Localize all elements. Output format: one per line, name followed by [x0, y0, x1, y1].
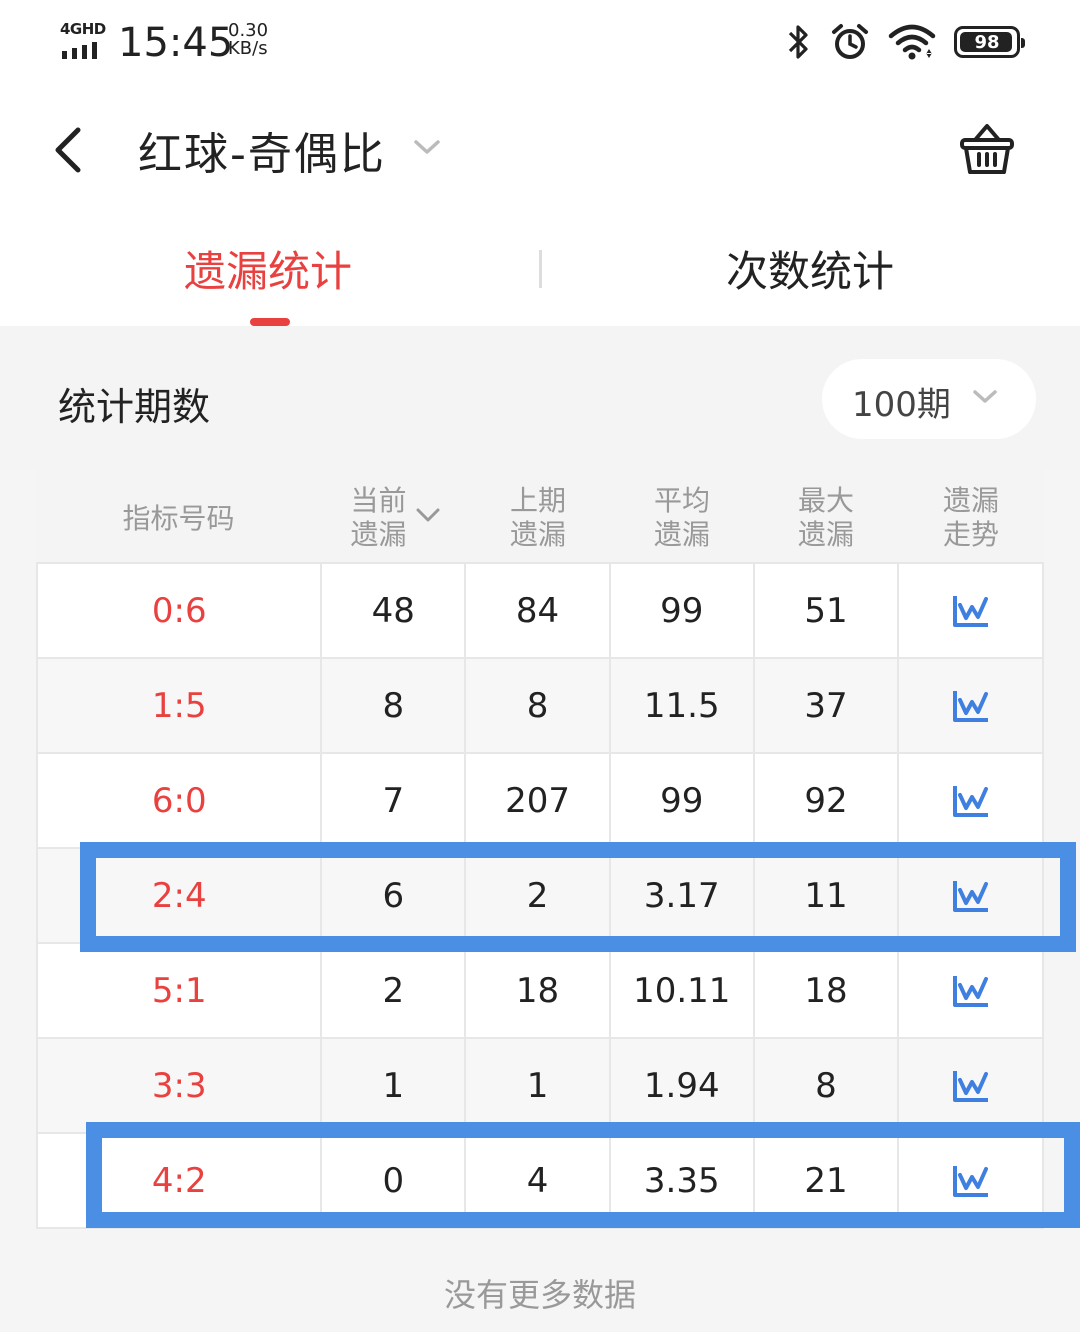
current-omission: 7 [322, 754, 467, 847]
max-omission: 92 [755, 754, 900, 847]
row-index: 1:5 [38, 659, 323, 752]
chevron-down-icon[interactable] [410, 130, 444, 164]
header-label: 遗漏 [797, 518, 854, 551]
header-previous-omission: 上期 遗漏 [467, 484, 609, 552]
current-omission: 1 [322, 1039, 467, 1132]
bluetooth-icon [788, 25, 808, 59]
trend-cell [899, 1039, 1045, 1132]
no-more-data-text: 没有更多数据 [443, 1276, 636, 1314]
table-row: 6:0 7 207 99 92 [38, 754, 1045, 849]
header-label: 遗漏 [653, 518, 710, 551]
previous-omission: 8 [466, 659, 611, 752]
tab-omission-stats[interactable]: 遗漏统计 [184, 238, 352, 299]
period-label: 统计期数 [58, 385, 211, 429]
header-average-omission: 平均 遗漏 [611, 484, 753, 552]
row-index: 3:3 [38, 1039, 323, 1132]
current-omission: 8 [322, 659, 467, 752]
max-omission: 8 [755, 1039, 900, 1132]
max-omission: 51 [755, 564, 900, 657]
trend-chart-icon[interactable] [951, 973, 991, 1009]
table-header: 指标号码 当前 遗漏 上期 遗漏 平均 遗漏 最大 遗漏 遗漏 走势 [36, 470, 1044, 562]
network-type: 4GHD [60, 20, 106, 38]
battery-icon: 98 [954, 26, 1025, 58]
back-button[interactable] [48, 122, 92, 178]
tab-divider [539, 250, 542, 288]
table-row: 5:1 2 18 10.11 18 [38, 944, 1045, 1039]
network-speed: 0.30 KB/s [228, 22, 268, 58]
trend-cell [899, 564, 1045, 657]
battery-level: 98 [974, 31, 1000, 53]
previous-omission: 207 [466, 754, 611, 847]
header-max-omission: 最大 遗漏 [755, 484, 897, 552]
cellular-signal-icon: 4GHD [58, 20, 108, 60]
header-omission-trend: 遗漏 走势 [900, 484, 1042, 552]
trend-chart-icon[interactable] [951, 593, 991, 629]
status-time: 15:45 [118, 20, 234, 66]
header-label: 走势 [942, 518, 999, 551]
header-label: 遗漏 [942, 484, 999, 517]
tab-bar: 遗漏统计 次数统计 [0, 210, 1080, 326]
header-label: 指标号码 [122, 502, 235, 535]
previous-omission: 18 [466, 944, 611, 1037]
previous-omission: 1 [466, 1039, 611, 1132]
period-row: 统计期数 100期 [0, 326, 1080, 470]
highlight-box [80, 842, 1076, 952]
row-index: 5:1 [38, 944, 323, 1037]
previous-omission: 84 [466, 564, 611, 657]
row-index: 0:6 [38, 564, 323, 657]
speed-unit: KB/s [228, 38, 268, 59]
period-selected-value: 100期 [852, 385, 951, 425]
chevron-down-icon [973, 390, 997, 403]
header-label: 上期 [509, 484, 566, 517]
current-omission: 2 [322, 944, 467, 1037]
tab-count-stats[interactable]: 次数统计 [726, 238, 894, 299]
trend-chart-icon[interactable] [951, 1068, 991, 1104]
average-omission: 99 [611, 754, 755, 847]
trend-cell [899, 659, 1045, 752]
highlight-box [86, 1122, 1080, 1228]
sort-chevron-icon[interactable] [414, 504, 442, 526]
status-bar: 4GHD 15:45 0.30 KB/s 98 [0, 0, 1080, 90]
row-index: 6:0 [38, 754, 323, 847]
table-row: 0:6 48 84 99 51 [38, 564, 1045, 659]
average-omission: 11.5 [611, 659, 755, 752]
average-omission: 1.94 [611, 1039, 755, 1132]
page-title[interactable]: 红球-奇偶比 [138, 118, 386, 182]
period-select[interactable]: 100期 [822, 359, 1036, 439]
trend-chart-icon[interactable] [951, 688, 991, 724]
max-omission: 18 [755, 944, 900, 1037]
table-row: 3:3 1 1 1.94 8 [38, 1039, 1045, 1134]
basket-icon[interactable] [958, 120, 1016, 178]
max-omission: 37 [755, 659, 900, 752]
header-label: 最大 [797, 484, 854, 517]
header-label: 遗漏 [509, 518, 566, 551]
wifi-icon [888, 24, 936, 60]
current-omission: 48 [322, 564, 467, 657]
trend-cell [899, 754, 1045, 847]
trend-cell [899, 944, 1045, 1037]
header-index: 指标号码 [36, 502, 321, 536]
table-row: 1:5 8 8 11.5 37 [38, 659, 1045, 754]
header-label: 平均 [653, 484, 710, 517]
alarm-icon [832, 24, 868, 59]
average-omission: 10.11 [611, 944, 755, 1037]
active-tab-indicator [250, 318, 290, 326]
app-header: 红球-奇偶比 [0, 90, 1080, 210]
average-omission: 99 [611, 564, 755, 657]
trend-chart-icon[interactable] [951, 783, 991, 819]
